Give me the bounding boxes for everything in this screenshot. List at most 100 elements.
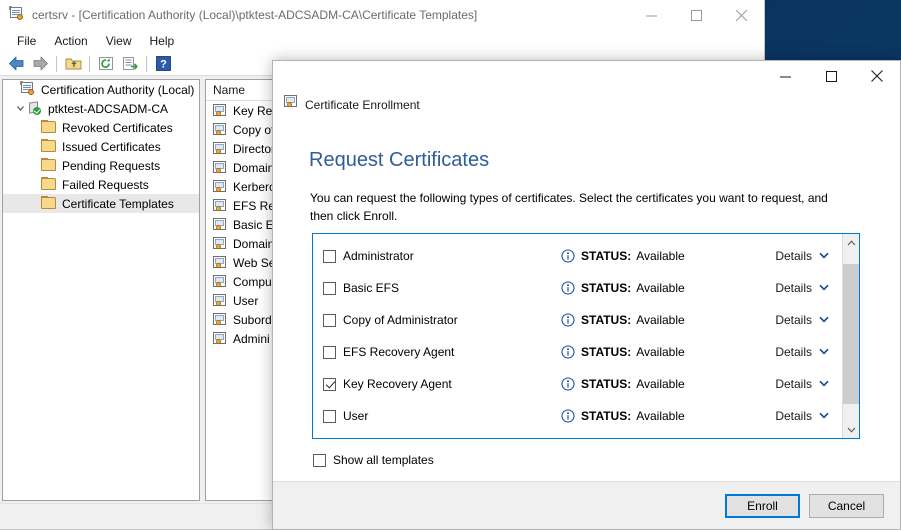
scrollbar-thumb[interactable]: [843, 264, 859, 404]
dialog-minimize-button[interactable]: [762, 61, 808, 91]
details-toggle[interactable]: Details: [775, 409, 841, 423]
export-list-button[interactable]: [118, 53, 142, 75]
details-toggle[interactable]: Details: [775, 281, 841, 295]
tree-item-certification-authority-local[interactable]: Certification Authority (Local): [3, 80, 199, 99]
tree-item-certificate-templates[interactable]: Certificate Templates: [3, 194, 199, 213]
certificate-row[interactable]: Basic EFS STATUS: Available Details: [313, 272, 841, 304]
console-tree-pane[interactable]: Certification Authority (Local) ptktest-…: [2, 79, 200, 501]
certificate-name: Copy of Administrator: [343, 313, 458, 327]
maximize-button[interactable]: [674, 0, 719, 30]
certificate-row[interactable]: Copy of Administrator STATUS: Available Det…: [313, 304, 841, 336]
certificate-template-icon: [212, 103, 228, 119]
list-item-label: Director: [233, 141, 276, 156]
scroll-down-button[interactable]: [843, 421, 859, 438]
status-label: STATUS:: [581, 281, 632, 295]
back-button[interactable]: [4, 53, 28, 75]
info-icon: [561, 281, 575, 295]
close-button[interactable]: [719, 0, 764, 30]
forward-button[interactable]: [28, 53, 52, 75]
menu-view[interactable]: View: [97, 31, 141, 51]
enroll-button[interactable]: Enroll: [725, 493, 800, 518]
up-one-level-button[interactable]: [61, 53, 85, 75]
toolbar-separator: [89, 55, 90, 72]
tree-item-issued-certificates[interactable]: Issued Certificates: [3, 137, 199, 156]
menu-file[interactable]: File: [8, 31, 45, 51]
details-label: Details: [775, 281, 812, 295]
certificate-icon: [283, 95, 298, 114]
certificate-checkbox[interactable]: [323, 249, 336, 263]
tree-item-label: ptktest-ADCSADM-CA: [48, 101, 169, 116]
certificate-row[interactable]: Administrator STATUS: Available Details: [313, 240, 841, 272]
chevron-down-icon: [819, 251, 829, 262]
certificate-list[interactable]: Administrator STATUS: Available Details Basi…: [312, 233, 860, 439]
details-toggle[interactable]: Details: [775, 345, 841, 359]
status-value: Available: [636, 345, 685, 359]
svg-text:?: ?: [160, 59, 167, 71]
certificate-checkbox[interactable]: [323, 409, 336, 423]
certificate-row[interactable]: User STATUS: Available Details: [313, 400, 841, 432]
list-item-label: Compu: [233, 274, 272, 289]
tree-item-ptktest-adcsadm-ca[interactable]: ptktest-ADCSADM-CA: [3, 99, 199, 118]
certificate-list-scrollbar[interactable]: [842, 234, 859, 438]
certificate-checkbox[interactable]: [323, 345, 336, 359]
minimize-icon: [646, 15, 657, 16]
certificate-row[interactable]: Key Recovery Agent STATUS: Available Detail…: [313, 368, 841, 400]
certificate-template-icon: [212, 293, 228, 309]
minimize-button[interactable]: [629, 0, 674, 30]
details-label: Details: [775, 249, 812, 263]
tree-item-label: Issued Certificates: [62, 139, 161, 154]
list-item-label: Kerbero: [233, 179, 276, 194]
list-item-label: Domain: [233, 160, 275, 175]
certificate-template-icon: [212, 160, 228, 176]
dialog-maximize-button[interactable]: [808, 61, 854, 91]
certificate-rows: Administrator STATUS: Available Details Basi…: [313, 234, 841, 438]
details-toggle[interactable]: Details: [775, 249, 841, 263]
scroll-up-button[interactable]: [843, 234, 859, 251]
status-cell: STATUS: Available: [561, 409, 771, 423]
help-button[interactable]: ?: [151, 53, 175, 75]
status-label: STATUS:: [581, 313, 632, 327]
ca-server-icon: [27, 100, 43, 117]
back-arrow-icon: [8, 56, 23, 71]
export-list-icon: [122, 57, 138, 70]
chevron-down-icon: [847, 427, 856, 433]
tree-item-label: Certificate Templates: [62, 196, 174, 211]
list-item-label: Copy of: [233, 122, 275, 137]
certificate-row[interactable]: EFS Recovery Agent STATUS: Available Detail…: [313, 336, 841, 368]
certificate-name: EFS Recovery Agent: [343, 345, 455, 359]
certificate-checkbox[interactable]: [323, 377, 336, 391]
certification-authority-icon: [9, 6, 25, 23]
certificate-name: Basic EFS: [343, 281, 400, 295]
cancel-button[interactable]: Cancel: [809, 493, 884, 518]
chevron-down-icon: [819, 379, 829, 390]
dialog-close-button[interactable]: [854, 61, 900, 91]
chevron-down-icon: [819, 315, 829, 326]
menu-help[interactable]: Help: [141, 31, 184, 51]
status-value: Available: [636, 377, 685, 391]
certificate-name: Key Recovery Agent: [343, 377, 452, 391]
tree-expander-placeholder: [6, 83, 20, 97]
certificate-checkbox[interactable]: [323, 313, 336, 327]
show-all-templates-row[interactable]: Show all templates: [313, 453, 434, 467]
mmc-title-text: certsrv - [Certification Authority (Loca…: [32, 8, 478, 22]
chevron-down-icon[interactable]: [13, 102, 27, 116]
toolbar-separator: [146, 55, 147, 72]
tree-item-failed-requests[interactable]: Failed Requests: [3, 175, 199, 194]
show-all-templates-checkbox[interactable]: [313, 453, 326, 467]
refresh-button[interactable]: [94, 53, 118, 75]
tree-item-revoked-certificates[interactable]: Revoked Certificates: [3, 118, 199, 137]
details-toggle[interactable]: Details: [775, 377, 841, 391]
tree-item-pending-requests[interactable]: Pending Requests: [3, 156, 199, 175]
info-icon: [561, 345, 575, 359]
details-label: Details: [775, 313, 812, 327]
status-label: STATUS:: [581, 377, 632, 391]
status-value: Available: [636, 281, 685, 295]
status-label: STATUS:: [581, 409, 632, 423]
close-icon: [736, 9, 747, 21]
info-icon: [561, 249, 575, 263]
certificate-checkbox[interactable]: [323, 281, 336, 295]
certificate-template-icon: [212, 141, 228, 157]
menu-action[interactable]: Action: [45, 31, 96, 51]
folder-up-icon: [65, 58, 81, 70]
details-toggle[interactable]: Details: [775, 313, 841, 327]
